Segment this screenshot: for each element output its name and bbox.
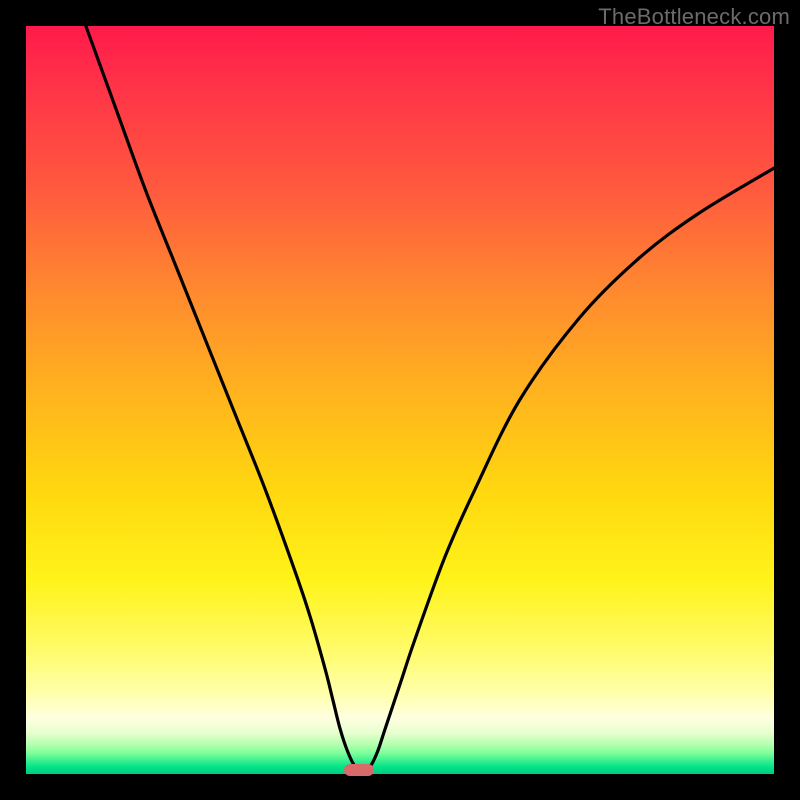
minimum-marker <box>344 764 374 776</box>
curve-layer <box>26 26 774 774</box>
watermark-text: TheBottleneck.com <box>598 4 790 30</box>
curve-path <box>86 26 774 770</box>
chart-frame: TheBottleneck.com <box>0 0 800 800</box>
